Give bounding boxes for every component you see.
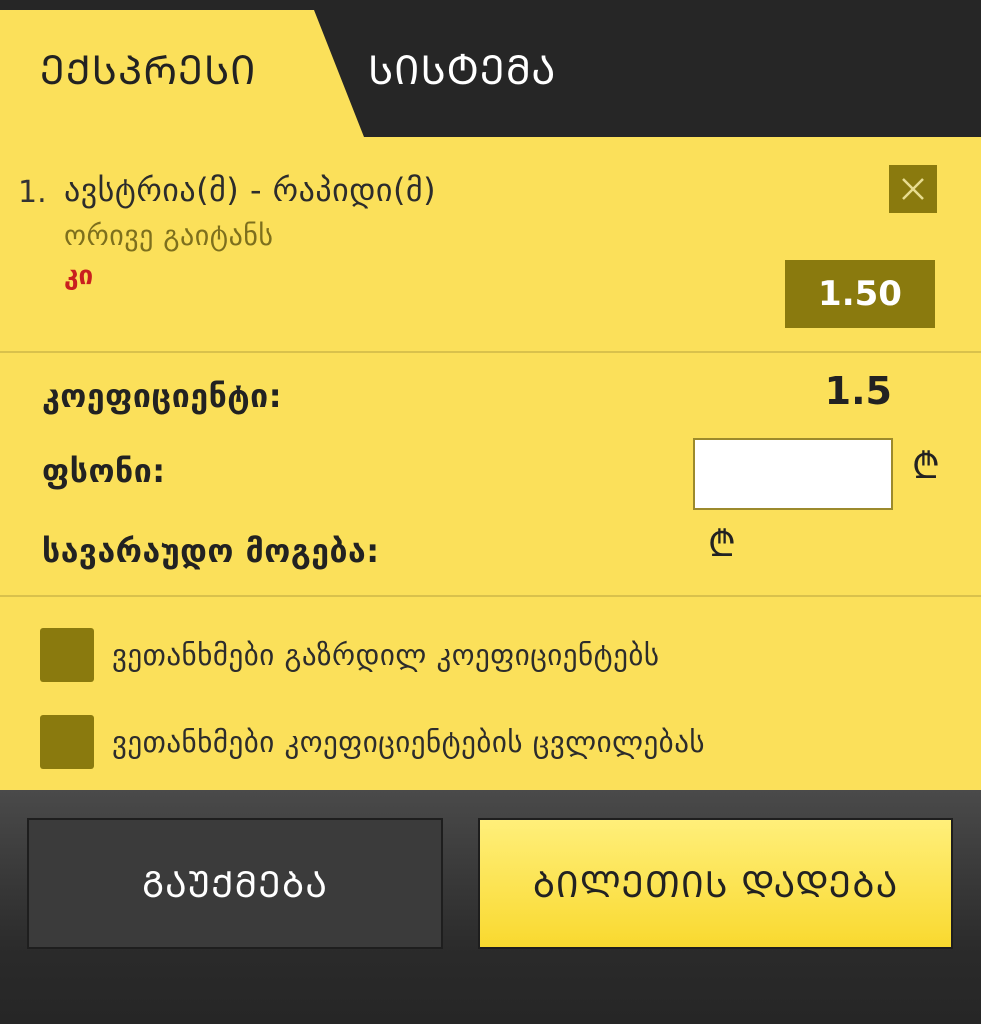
close-icon — [902, 178, 924, 200]
bet-selection: კი — [64, 261, 94, 291]
stake-input[interactable] — [693, 438, 893, 510]
remove-bet-button[interactable] — [889, 165, 937, 213]
place-bet-button[interactable]: ᲑᲘᲚᲔᲗᲘᲡ ᲓᲐᲓᲔᲑᲐ — [478, 818, 953, 949]
tab-express[interactable]: ᲔᲥᲡᲞᲠᲔᲡᲘ — [40, 0, 256, 137]
bet-market: ორივე გაიტანს — [64, 219, 274, 252]
coef-value: 1.5 — [824, 369, 892, 413]
tab-system[interactable]: ᲡᲘᲡᲢᲔᲛᲐ — [368, 0, 556, 137]
accept-odds-change-checkbox[interactable] — [40, 715, 94, 769]
lari-icon: ₾ — [912, 446, 940, 487]
accept-increased-odds-option[interactable]: ვეთანხმები გაზრდილ კოეფიციენტებს — [40, 628, 660, 682]
coef-label: კოეფიციენტი: — [42, 377, 282, 415]
betslip-panel: 1. ავსტრია(მ) - რაპიდი(მ) ორივე გაიტანს … — [0, 137, 981, 790]
action-bar: ᲒᲐᲣᲥᲛᲔᲑᲐ ᲑᲘᲚᲔᲗᲘᲡ ᲓᲐᲓᲔᲑᲐ — [0, 790, 981, 1024]
bet-item: 1. ავსტრია(მ) - რაპიდი(მ) ორივე გაიტანს … — [0, 137, 981, 353]
accept-increased-odds-label: ვეთანხმები გაზრდილ კოეფიციენტებს — [112, 638, 660, 672]
accept-odds-change-option[interactable]: ვეთანხმები კოეფიციენტების ცვლილებას — [40, 715, 705, 769]
accept-increased-odds-checkbox[interactable] — [40, 628, 94, 682]
lari-icon: ₾ — [708, 524, 736, 565]
bet-odd: 1.50 — [785, 260, 935, 328]
potential-win-label: სავარაუდო მოგება: — [42, 532, 380, 570]
stake-label: ფსონი: — [42, 452, 166, 490]
accept-odds-change-label: ვეთანხმები კოეფიციენტების ცვლილებას — [112, 725, 706, 759]
bet-index: 1. — [18, 175, 47, 210]
divider — [0, 595, 981, 597]
cancel-button[interactable]: ᲒᲐᲣᲥᲛᲔᲑᲐ — [27, 818, 443, 949]
bet-match: ავსტრია(მ) - რაპიდი(მ) — [64, 171, 437, 209]
bet-type-tabs: ᲔᲥᲡᲞᲠᲔᲡᲘ ᲡᲘᲡᲢᲔᲛᲐ — [0, 0, 981, 137]
divider — [0, 351, 981, 353]
